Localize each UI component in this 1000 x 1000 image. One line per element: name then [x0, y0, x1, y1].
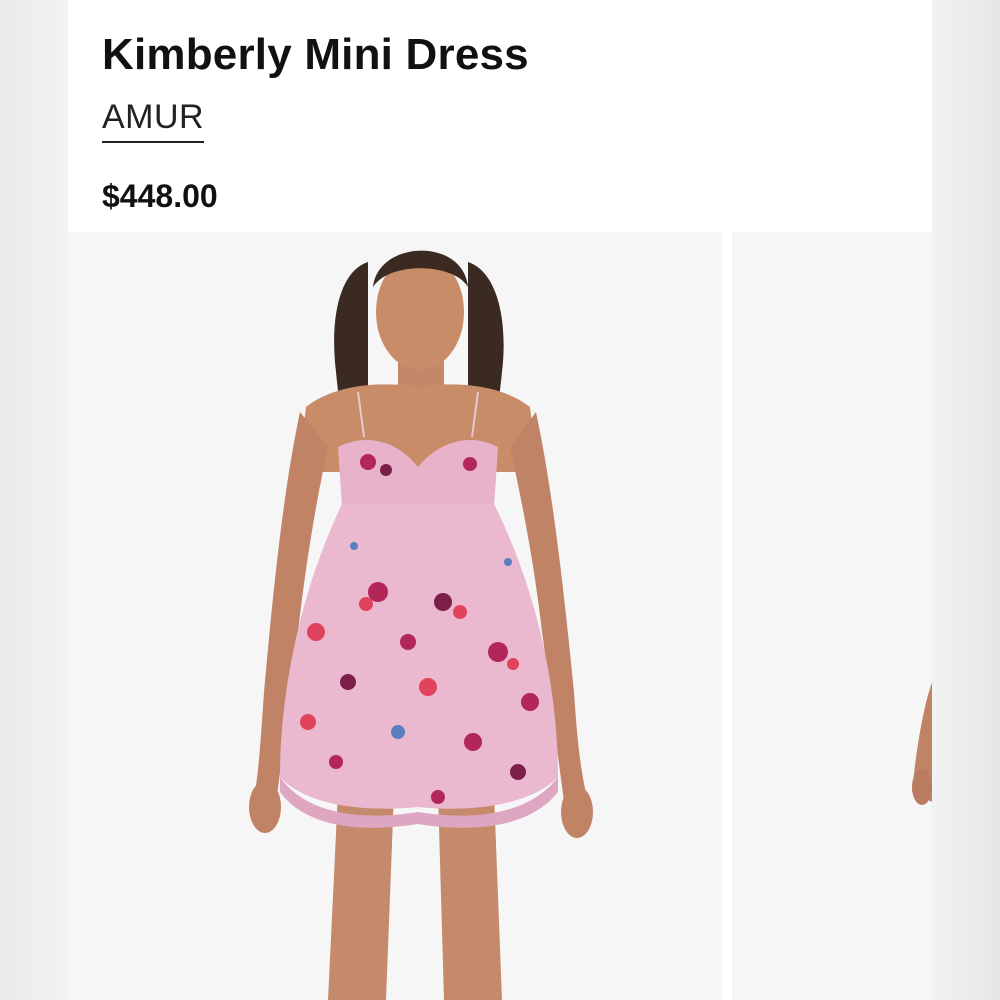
product-image-main[interactable]: [68, 232, 722, 1000]
product-image-next[interactable]: [732, 232, 932, 1000]
next-image-preview: [912, 682, 932, 805]
product-price: $448.00: [102, 178, 218, 214]
brand-link[interactable]: AMUR: [102, 98, 205, 143]
background-right-edge: [932, 0, 1000, 1000]
model-illustration: [249, 250, 593, 1000]
product-title: Kimberly Mini Dress: [102, 30, 529, 79]
product-card: Kimberly Mini Dress AMUR $448.00: [68, 0, 932, 1000]
image-gallery[interactable]: [68, 232, 932, 1000]
background-left-edge: [0, 0, 68, 1000]
